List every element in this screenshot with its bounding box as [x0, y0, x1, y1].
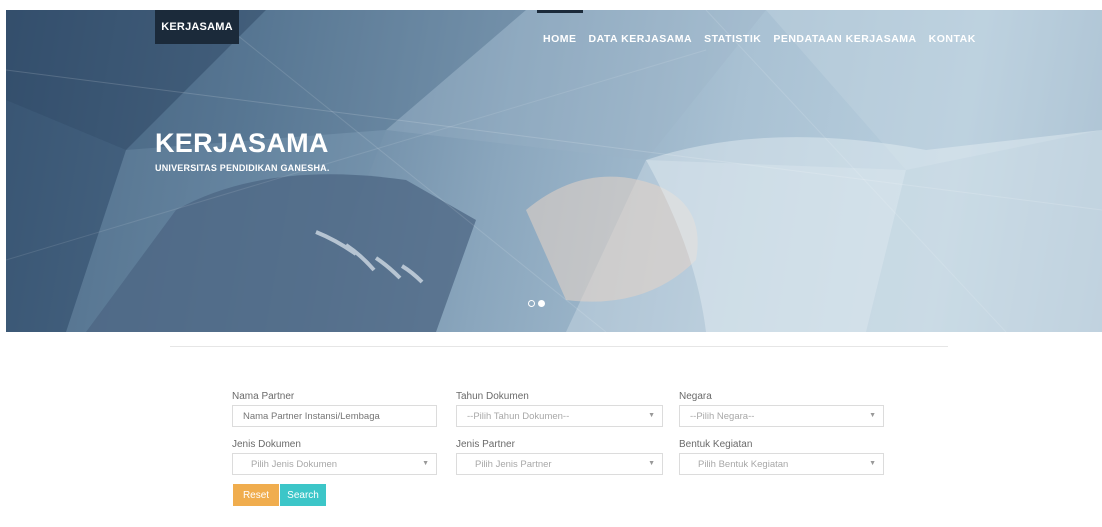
nama-partner-input[interactable] [232, 405, 437, 427]
section-divider [170, 346, 948, 347]
nav-data-kerjasama[interactable]: DATA KERJASAMA [583, 10, 699, 60]
nav-pendataan-kerjasama[interactable]: PENDATAAN KERJASAMA [767, 10, 922, 60]
tahun-dokumen-label: Tahun Dokumen [456, 391, 529, 402]
nav-kontak[interactable]: KONTAK [923, 10, 982, 60]
jenis-dokumen-label: Jenis Dokumen [232, 439, 301, 450]
carousel-dot-2[interactable] [538, 300, 545, 307]
jenis-dokumen-select[interactable]: Pilih Jenis Dokumen ▼ [232, 453, 437, 475]
bentuk-kegiatan-value: Pilih Bentuk Kegiatan [698, 458, 789, 470]
carousel-indicators [528, 300, 545, 307]
search-button[interactable]: Search [280, 484, 326, 506]
negara-label: Negara [679, 391, 712, 402]
bentuk-kegiatan-select[interactable]: Pilih Bentuk Kegiatan ▼ [679, 453, 884, 475]
nav-home[interactable]: HOME [537, 10, 583, 60]
chevron-down-icon: ▼ [422, 460, 429, 467]
bentuk-kegiatan-label: Bentuk Kegiatan [679, 439, 753, 450]
chevron-down-icon: ▼ [648, 460, 655, 467]
jenis-partner-value: Pilih Jenis Partner [475, 458, 552, 470]
carousel-dot-1[interactable] [528, 300, 535, 307]
chevron-down-icon: ▼ [648, 412, 655, 419]
jenis-partner-label: Jenis Partner [456, 439, 515, 450]
nav-statistik[interactable]: STATISTIK [698, 10, 767, 60]
chevron-down-icon: ▼ [869, 460, 876, 467]
negara-select[interactable]: --Pilih Negara-- ▼ [679, 405, 884, 427]
main-nav: HOME DATA KERJASAMA STATISTIK PENDATAAN … [537, 10, 982, 60]
hero-subtitle: UNIVERSITAS PENDIDIKAN GANESHA. [155, 163, 330, 173]
nama-partner-label: Nama Partner [232, 391, 295, 402]
reset-button[interactable]: Reset [233, 484, 279, 506]
chevron-down-icon: ▼ [869, 412, 876, 419]
tahun-dokumen-value: --Pilih Tahun Dokumen-- [467, 410, 570, 422]
brand-logo[interactable]: KERJASAMA [155, 10, 239, 44]
jenis-dokumen-value: Pilih Jenis Dokumen [251, 458, 338, 470]
jenis-partner-select[interactable]: Pilih Jenis Partner ▼ [456, 453, 663, 475]
tahun-dokumen-select[interactable]: --Pilih Tahun Dokumen-- ▼ [456, 405, 663, 427]
negara-value: --Pilih Negara-- [690, 410, 755, 422]
hero-title: KERJASAMA [155, 128, 329, 158]
